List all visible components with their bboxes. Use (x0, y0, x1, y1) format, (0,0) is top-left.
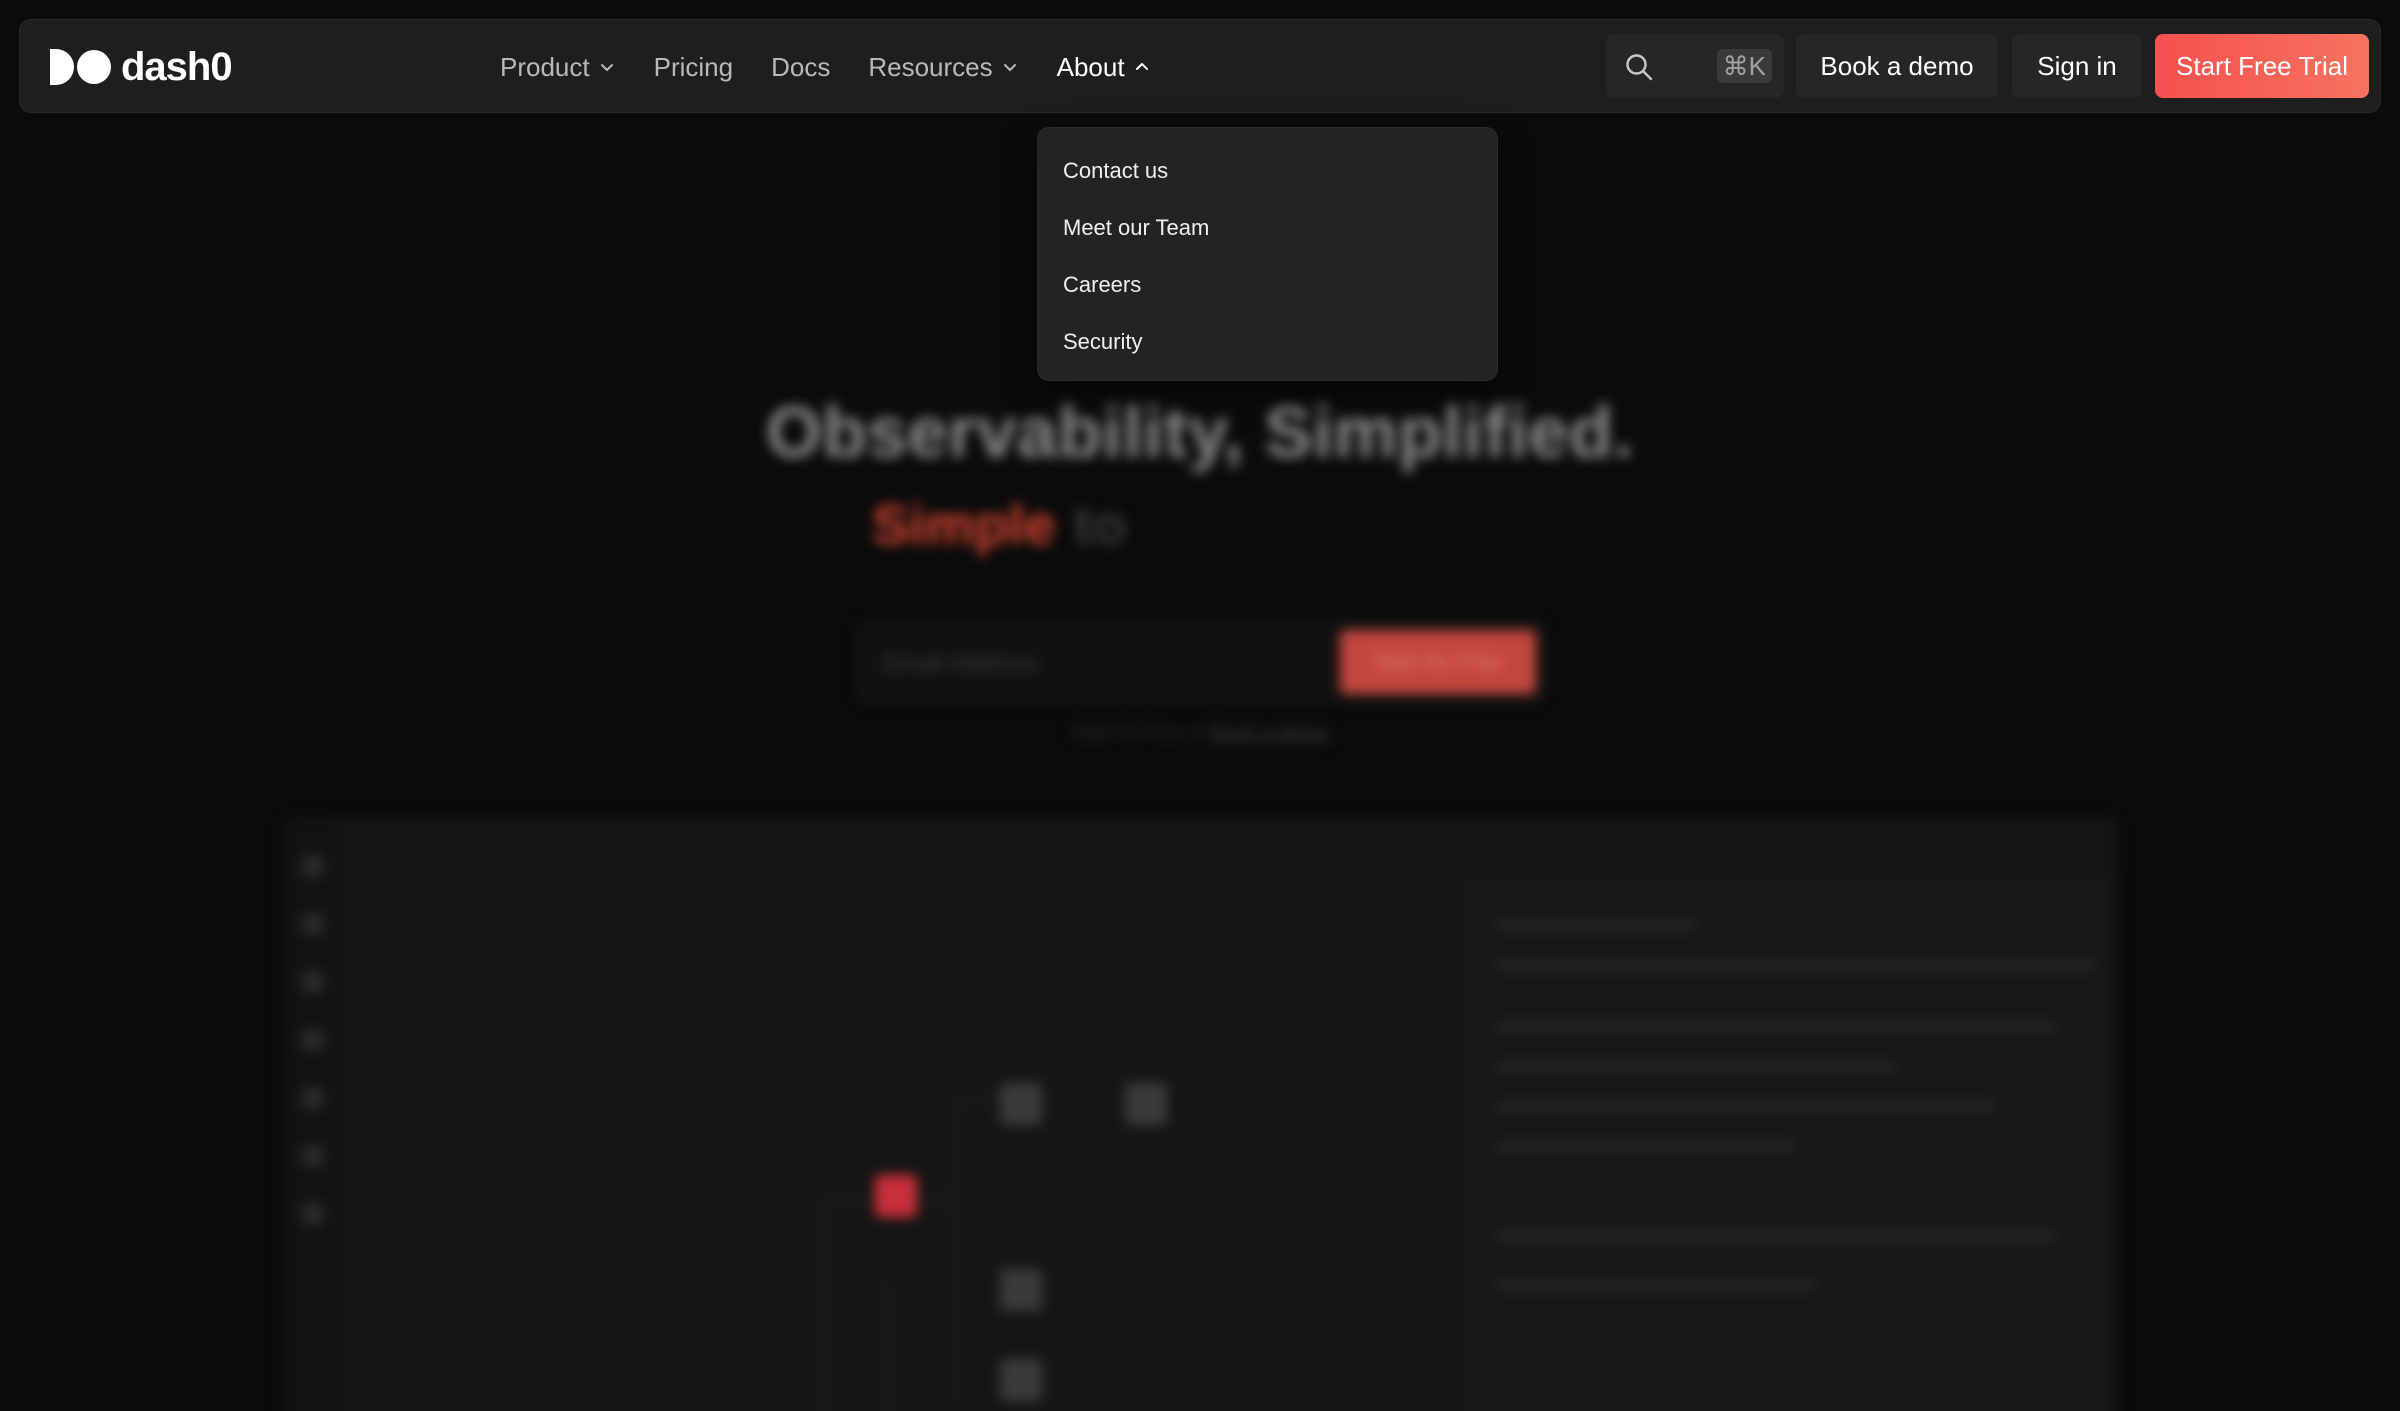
panel-row (1496, 1099, 1996, 1113)
hero-note-text: Start for free or (1071, 722, 1206, 744)
dashboard-topbar (341, 819, 2115, 879)
graph-node-error (875, 1175, 917, 1217)
nav-about[interactable]: About (1057, 52, 1151, 83)
hero-book-demo-link[interactable]: Book a demo (1211, 722, 1329, 744)
graph-node (1000, 1269, 1042, 1311)
hero-title: Observability, Simplified. (766, 393, 1634, 473)
sidebar-icon (301, 1029, 324, 1051)
sidebar-icon (301, 1145, 324, 1167)
nav-pricing[interactable]: Pricing (654, 52, 733, 83)
panel-row (1496, 959, 2096, 973)
dashboard-detail-panel (1465, 879, 2115, 1411)
search-button[interactable]: ⌘K (1606, 34, 1784, 98)
email-signup-form[interactable]: Email Address Start for Free (858, 622, 1544, 702)
hero-subtitle-rest: to (1073, 493, 1127, 556)
menu-item-meet-our-team[interactable]: Meet our Team (1038, 211, 1497, 268)
about-dropdown-menu: Contact us Meet our Team Careers Securit… (1037, 127, 1498, 381)
menu-item-careers[interactable]: Careers (1038, 268, 1497, 325)
nav-about-label: About (1056, 51, 1125, 82)
chevron-down-icon (598, 58, 616, 76)
hero-subtitle-highlight: Simple (872, 493, 1056, 556)
start-free-button[interactable]: Start for Free (1340, 630, 1536, 694)
graph-edge (885, 1279, 887, 1411)
email-input[interactable]: Email Address (884, 650, 1037, 678)
menu-item-security[interactable]: Security (1038, 325, 1497, 382)
chevron-up-icon (1133, 58, 1151, 76)
graph-edge (825, 1199, 827, 1411)
hero-note: Start for free or Book a demo (0, 722, 2400, 745)
sidebar-icon (301, 855, 324, 877)
sidebar-icon (301, 1203, 324, 1225)
sidebar-icon (301, 1087, 324, 1109)
nav-pricing-label: Pricing (653, 51, 734, 82)
panel-row (1496, 919, 1696, 933)
main-nav: Product Pricing Docs Resources About (500, 20, 1189, 114)
nav-product-label: Product (500, 51, 590, 82)
brand-logo[interactable]: dash0 (50, 44, 233, 90)
panel-row (1496, 1279, 1816, 1293)
graph-node (1125, 1083, 1167, 1125)
top-navbar: dash0 Product Pricing Docs Resources Abo… (19, 19, 2381, 113)
hero-subtitle: Simple to (872, 492, 1126, 557)
start-free-trial-button[interactable]: Start Free Trial (2155, 34, 2369, 98)
chevron-down-icon (1001, 58, 1019, 76)
dashboard-sidebar (285, 819, 341, 1411)
menu-item-contact-us[interactable]: Contact us (1038, 154, 1497, 211)
panel-row (1496, 1019, 2056, 1033)
panel-row (1496, 1139, 1796, 1153)
sidebar-icon (301, 913, 324, 935)
nav-docs[interactable]: Docs (771, 52, 830, 83)
keyboard-shortcut-badge: ⌘K (1716, 49, 1772, 83)
panel-row (1496, 1229, 2056, 1243)
book-demo-button[interactable]: Book a demo (1796, 34, 1998, 98)
nav-product[interactable]: Product (500, 52, 616, 83)
sign-in-button[interactable]: Sign in (2012, 34, 2142, 98)
graph-node (1000, 1359, 1042, 1401)
logo-mark-icon (50, 49, 111, 85)
graph-edge (955, 1099, 957, 1399)
brand-name: dash0 (121, 44, 233, 89)
graph-node (1000, 1083, 1042, 1125)
panel-row (1496, 1059, 1896, 1073)
nav-resources[interactable]: Resources (868, 52, 1018, 83)
dashboard-preview (284, 818, 2116, 1411)
nav-docs-label: Docs (771, 51, 831, 82)
search-icon (1624, 52, 1654, 82)
sidebar-icon (301, 971, 324, 993)
nav-resources-label: Resources (868, 51, 993, 82)
